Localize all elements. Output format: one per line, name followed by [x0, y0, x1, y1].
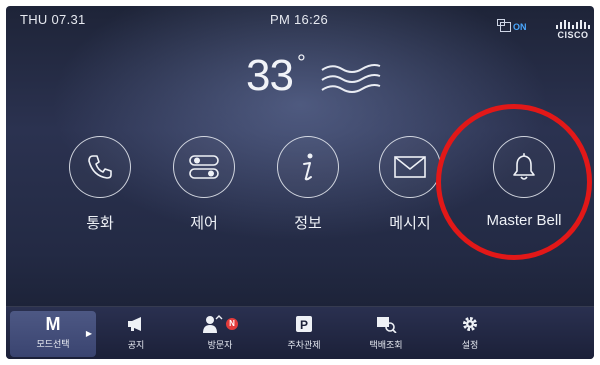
message-button[interactable]: 메시지: [368, 136, 452, 233]
wind-icon: [320, 60, 382, 105]
weather-widget: 33 °: [246, 50, 382, 105]
envelope-icon: [379, 136, 441, 198]
toggle-icon: [173, 136, 235, 198]
delivery-button[interactable]: 택배조회: [356, 313, 416, 351]
call-button[interactable]: 통화: [58, 136, 142, 233]
settings-button[interactable]: 설정: [440, 313, 500, 351]
visitor-icon: N: [190, 313, 250, 335]
gear-icon: [440, 313, 500, 335]
bottom-bar: M 모드선택 ▶ 공지 N 방문자 P 주차관제 택배조회 설정: [6, 306, 594, 359]
home-screen: THU 07.31 PM 16:26 ON CISCO 33 ° 통화 제어 정…: [6, 6, 594, 359]
delivery-label: 택배조회: [369, 340, 403, 350]
cisco-logo: CISCO: [554, 20, 592, 42]
parking-label: 주차관제: [287, 340, 321, 350]
time-display: PM 16:26: [270, 12, 329, 27]
message-label: 메시지: [389, 215, 431, 232]
svg-text:P: P: [300, 318, 308, 332]
info-button[interactable]: 정보: [266, 136, 350, 233]
call-label: 통화: [86, 215, 114, 232]
degree-symbol: °: [296, 50, 306, 75]
delivery-icon: [356, 313, 416, 335]
notice-button[interactable]: 공지: [106, 313, 166, 351]
temperature: 33: [246, 51, 294, 100]
settings-label: 설정: [461, 340, 479, 350]
phone-icon: [69, 136, 131, 198]
brand-name: CISCO: [557, 30, 589, 40]
master-bell-button[interactable]: Master Bell: [462, 136, 586, 229]
parking-button[interactable]: P 주차관제: [274, 313, 334, 351]
mode-label: 모드선택: [36, 339, 70, 349]
visitor-button[interactable]: N 방문자: [190, 313, 250, 351]
bell-icon: [493, 136, 555, 198]
new-badge: N: [226, 318, 238, 330]
notice-label: 공지: [127, 340, 145, 350]
triangle-right-icon: ▶: [85, 329, 92, 338]
date-display: THU 07.31: [20, 12, 86, 27]
connection-indicator: ON: [497, 19, 527, 32]
mode-select-button[interactable]: M 모드선택 ▶: [10, 311, 96, 357]
visitor-label: 방문자: [207, 340, 233, 350]
info-label: 정보: [294, 215, 322, 232]
parking-icon: P: [274, 313, 334, 335]
megaphone-icon: [106, 313, 166, 335]
master-bell-label: Master Bell: [486, 212, 562, 229]
window-icon: [497, 19, 511, 32]
info-icon: [277, 136, 339, 198]
mode-letter: M: [45, 314, 61, 334]
connection-status: ON: [513, 22, 527, 32]
cisco-bars-icon: [554, 20, 592, 29]
control-button[interactable]: 제어: [162, 136, 246, 233]
control-label: 제어: [190, 215, 218, 232]
